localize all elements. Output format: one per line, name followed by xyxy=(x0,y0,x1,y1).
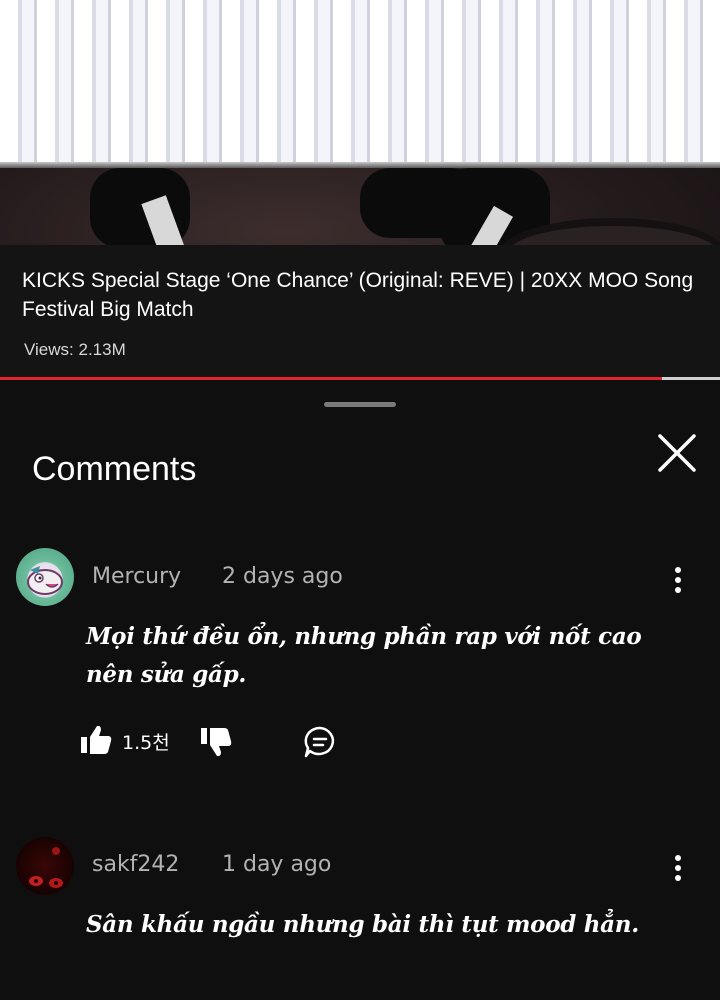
comment-text: Sân khấu ngầu nhưng bài thì tụt mood hẳn… xyxy=(86,911,639,938)
avatar[interactable] xyxy=(16,837,74,895)
reply-icon xyxy=(304,726,335,758)
drag-handle[interactable] xyxy=(324,402,396,407)
comment-more-button[interactable] xyxy=(664,850,692,886)
like-count: 1.5천 xyxy=(122,732,170,754)
video-player[interactable]: KICKS Special Stage ‘One Chance’ (Origin… xyxy=(0,0,720,380)
dislike-button[interactable] xyxy=(196,724,236,760)
more-vert-icon xyxy=(675,567,681,593)
comment-author[interactable]: sakf242 xyxy=(92,852,179,877)
video-progress-fill xyxy=(0,377,663,380)
comment-text: Mọi thứ đều ổn, nhưng phần rap với nốt c… xyxy=(86,623,642,688)
comment-actions: 1.5천 xyxy=(76,720,376,760)
page: KICKS Special Stage ‘One Chance’ (Origin… xyxy=(0,0,720,1000)
close-button[interactable] xyxy=(652,428,702,478)
video-title: KICKS Special Stage ‘One Chance’ (Origin… xyxy=(22,269,694,321)
video-progress-bar[interactable] xyxy=(0,377,720,380)
video-frame-curtain xyxy=(0,0,720,168)
comment-item: Mercury 2 days ago Mọi thứ đều ổn, nhưng… xyxy=(0,544,720,764)
thumbs-up-icon xyxy=(81,725,112,754)
avatar-image xyxy=(29,847,63,888)
reply-button[interactable] xyxy=(302,724,338,760)
more-vert-icon xyxy=(675,855,681,881)
comment-time: 2 days ago xyxy=(222,564,343,589)
avatar-image xyxy=(27,566,63,595)
comment-author[interactable]: Mercury xyxy=(92,564,181,589)
comment-more-button[interactable] xyxy=(664,562,692,598)
comment-time: 1 day ago xyxy=(222,852,332,877)
comments-title: Comments xyxy=(32,450,197,488)
thumbs-down-icon xyxy=(201,728,232,757)
like-button[interactable] xyxy=(76,722,116,758)
close-icon xyxy=(658,434,696,472)
video-views: Views: 2.13M xyxy=(24,340,126,359)
comment-item: sakf242 1 day ago Sân khấu ngầu nhưng bà… xyxy=(0,834,720,974)
avatar[interactable] xyxy=(16,548,74,606)
comments-panel: Comments Mercury 2 days ago Mọi thứ đều … xyxy=(0,382,720,1000)
